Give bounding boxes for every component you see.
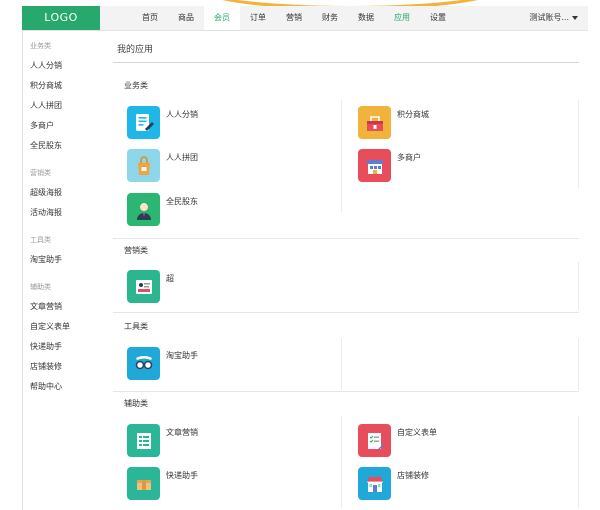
column-divider: [341, 416, 342, 508]
nav-apps[interactable]: 应用: [384, 6, 420, 30]
app-label: 全民股东: [166, 197, 198, 206]
sidebar-group-marketing: 营销类 超级海报 活动海报: [28, 163, 98, 223]
taobao-glasses-icon: [127, 347, 160, 380]
distribution-icon: [127, 106, 160, 139]
custom-form-icon: [358, 424, 391, 457]
sidebar-item-custom-form[interactable]: 自定义表单: [28, 317, 98, 337]
sidebar: 业务类 人人分销 积分商城 人人拼团 多商户 全民股东 营销类 超级海报 活动海…: [28, 36, 98, 404]
right-divider: [578, 100, 579, 188]
section-title-tools: 工具类: [124, 322, 148, 331]
sidebar-item-article-marketing[interactable]: 文章营销: [28, 297, 98, 317]
nav-settings[interactable]: 设置: [420, 6, 456, 30]
top-navigation-bar: LOGO 首页 商品 会员 订单 营销 财务 数据 应用 设置 测试账号...: [22, 6, 588, 31]
app-distribution[interactable]: 人人分销: [127, 106, 198, 140]
main-nav: 首页 商品 会员 订单 营销 财务 数据 应用 设置: [132, 6, 456, 30]
section-title-business: 业务类: [124, 81, 148, 90]
express-icon: [127, 467, 160, 500]
sidebar-item-taobao-helper[interactable]: 淘宝助手: [28, 250, 98, 270]
sidebar-item-distribution[interactable]: 人人分销: [28, 56, 98, 76]
column-divider: [341, 338, 342, 390]
left-border: [22, 30, 23, 510]
account-menu[interactable]: 测试账号...: [529, 6, 578, 30]
store-decoration-icon: [358, 467, 391, 500]
app-article-marketing[interactable]: 文章营销: [127, 424, 198, 458]
sidebar-item-points-mall[interactable]: 积分商城: [28, 76, 98, 96]
sidebar-item-express-helper[interactable]: 快递助手: [28, 337, 98, 357]
poster-icon: [127, 270, 160, 303]
app-group-buy[interactable]: 人人拼团: [127, 149, 198, 183]
logo[interactable]: LOGO: [22, 6, 100, 30]
app-label: 快递助手: [166, 471, 198, 480]
app-label: 店铺装修: [397, 471, 429, 480]
nav-data[interactable]: 数据: [348, 6, 384, 30]
sidebar-item-shareholder[interactable]: 全民股东: [28, 136, 98, 156]
app-label: 积分商城: [397, 110, 429, 119]
page-title: 我的应用: [117, 45, 154, 55]
app-label: 自定义表单: [397, 428, 437, 437]
section-title-auxiliary: 辅助类: [124, 399, 148, 408]
sidebar-group-title: 业务类: [30, 42, 51, 50]
section-divider: [113, 312, 579, 313]
right-divider: [578, 416, 579, 508]
sidebar-item-group-buy[interactable]: 人人拼团: [28, 96, 98, 116]
multi-merchant-icon: [358, 149, 391, 182]
section-divider: [113, 391, 579, 392]
app-taobao-helper[interactable]: 淘宝助手: [127, 347, 198, 381]
app-label: 文章营销: [166, 428, 198, 437]
nav-members[interactable]: 会员: [204, 6, 240, 30]
sidebar-item-help-center[interactable]: 帮助中心: [28, 377, 98, 397]
sidebar-group-business: 业务类 人人分销 积分商城 人人拼团 多商户 全民股东: [28, 36, 98, 156]
shareholder-icon: [127, 193, 160, 226]
sidebar-item-super-poster[interactable]: 超级海报: [28, 183, 98, 203]
nav-home[interactable]: 首页: [132, 6, 168, 30]
divider: [113, 62, 579, 63]
app-shareholder[interactable]: 全民股东: [127, 193, 198, 227]
app-super-poster[interactable]: 超: [127, 270, 174, 304]
app-label: 淘宝助手: [166, 351, 198, 360]
article-icon: [127, 424, 160, 457]
column-divider: [341, 100, 342, 212]
app-label: 超: [166, 274, 174, 283]
points-mall-icon: [358, 106, 391, 139]
sidebar-group-tools: 工具类 淘宝助手: [28, 230, 98, 270]
account-name: 测试账号...: [529, 13, 569, 22]
sidebar-group-title: 辅助类: [30, 283, 51, 291]
section-divider: [113, 238, 579, 239]
app-points-mall[interactable]: 积分商城: [358, 106, 429, 140]
app-label: 人人分销: [166, 110, 198, 119]
nav-orders[interactable]: 订单: [240, 6, 276, 30]
sidebar-group-title: 工具类: [30, 236, 51, 244]
app-label: 人人拼团: [166, 153, 198, 162]
nav-products[interactable]: 商品: [168, 6, 204, 30]
nav-finance[interactable]: 财务: [312, 6, 348, 30]
sidebar-item-event-poster[interactable]: 活动海报: [28, 203, 98, 223]
group-buy-icon: [127, 149, 160, 182]
app-express-helper[interactable]: 快递助手: [127, 467, 198, 501]
app-multi-merchant[interactable]: 多商户: [358, 149, 421, 183]
sidebar-group-auxiliary: 辅助类 文章营销 自定义表单 快递助手 店铺装修 帮助中心: [28, 277, 98, 397]
sidebar-item-store-decoration[interactable]: 店铺装修: [28, 357, 98, 377]
section-title-marketing: 营销类: [124, 246, 148, 255]
sidebar-item-multi-merchant[interactable]: 多商户: [28, 116, 98, 136]
app-custom-form[interactable]: 自定义表单: [358, 424, 437, 458]
sidebar-group-title: 营销类: [30, 169, 51, 177]
right-divider: [578, 338, 579, 390]
right-divider: [578, 262, 579, 310]
app-store-decoration[interactable]: 店铺装修: [358, 467, 429, 501]
app-label: 多商户: [397, 153, 421, 162]
nav-marketing[interactable]: 营销: [276, 6, 312, 30]
caret-down-icon: [572, 15, 578, 20]
